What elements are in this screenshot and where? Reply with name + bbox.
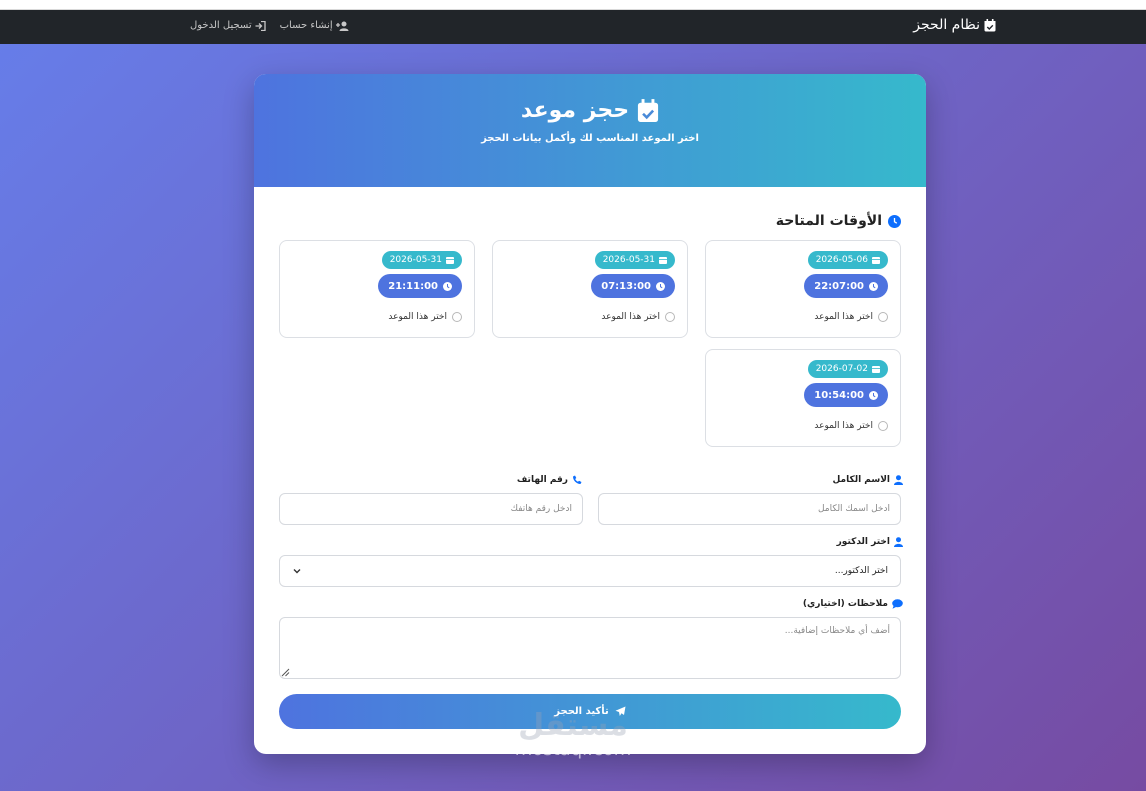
clock-icon — [869, 390, 878, 400]
slot-radio[interactable] — [878, 421, 888, 431]
doctor-select-value: اختر الدكتور... — [834, 566, 888, 576]
phone-input[interactable] — [279, 493, 583, 525]
slot-radio[interactable] — [665, 312, 675, 322]
login-link[interactable]: تسجيل الدخول — [190, 20, 266, 31]
booking-card: حجز موعد اختر الموعد المناسب لك وأكمل بي… — [254, 74, 926, 754]
clock-icon — [443, 281, 452, 291]
resize-handle-icon[interactable] — [281, 668, 290, 677]
available-times-heading: الأوقات المتاحة — [776, 213, 901, 229]
calendar-check-icon — [638, 98, 659, 122]
navbar-links: تسجيل الدخول إنشاء حساب — [190, 20, 349, 31]
phone-label-text: رقم الهاتف — [516, 475, 568, 485]
slot-choose-label: اختر هذا الموعد — [814, 421, 873, 431]
notes-label: ملاحظات (اختياري) — [803, 599, 903, 609]
slot-date-badge: 2026-05-31 — [381, 251, 462, 269]
navbar-brand[interactable]: نظام الحجز — [913, 17, 996, 33]
calendar-icon — [659, 257, 667, 264]
clock-icon — [869, 281, 878, 291]
slot-time: 10:54:00 — [814, 389, 864, 401]
slot-choose-label: اختر هذا الموعد — [814, 312, 873, 322]
slot-date-badge: 2026-05-06 — [807, 251, 888, 269]
doctor-select[interactable]: اختر الدكتور... — [279, 555, 901, 587]
slot-radio-option[interactable]: اختر هذا الموعد — [388, 312, 462, 322]
full-name-label-text: الاسم الكامل — [832, 475, 890, 485]
browser-top-strip — [0, 0, 1146, 10]
register-link[interactable]: إنشاء حساب — [280, 20, 349, 31]
available-times-label: الأوقات المتاحة — [775, 213, 882, 229]
doctor-label: اختر الدكتور — [837, 537, 903, 547]
slot-time-badge: 07:13:00 — [591, 274, 675, 298]
time-slot-card[interactable]: 2026-05-31 07:13:00 اختر هذا الموعد — [492, 240, 688, 338]
register-label: إنشاء حساب — [279, 20, 333, 31]
slot-radio[interactable] — [878, 312, 888, 322]
calendar-icon — [872, 257, 880, 264]
login-label: تسجيل الدخول — [190, 20, 252, 31]
brand-label: نظام الحجز — [913, 17, 980, 33]
notes-label-text: ملاحظات (اختياري) — [802, 599, 888, 609]
slot-radio-option[interactable]: اختر هذا الموعد — [814, 312, 888, 322]
calendar-check-icon — [984, 18, 996, 31]
slot-radio-option[interactable]: اختر هذا الموعد — [601, 312, 675, 322]
phone-label: رقم الهاتف — [517, 475, 582, 485]
page-subtitle: اختر الموعد المناسب لك وأكمل بيانات الحج… — [481, 133, 699, 144]
slot-date: 2026-05-31 — [602, 255, 655, 265]
navbar: نظام الحجز تسجيل الدخول إنشاء حساب — [0, 10, 1146, 44]
full-name-label: الاسم الكامل — [832, 475, 903, 485]
slot-radio[interactable] — [452, 312, 462, 322]
time-slot-card[interactable]: 2026-07-02 10:54:00 اختر هذا الموعد — [705, 349, 901, 447]
calendar-icon — [872, 366, 880, 373]
slot-time-badge: 21:11:00 — [378, 274, 462, 298]
slot-date-badge: 2026-05-31 — [594, 251, 675, 269]
phone-icon — [573, 475, 582, 484]
slot-date: 2026-07-02 — [815, 364, 868, 374]
slot-choose-label: اختر هذا الموعد — [388, 312, 447, 322]
watermark: مستقل mostaql.com — [498, 708, 648, 760]
watermark-arabic: مستقل — [518, 708, 628, 743]
slot-time: 07:13:00 — [601, 280, 651, 292]
time-slot-card[interactable]: 2026-05-31 21:11:00 اختر هذا الموعد — [279, 240, 475, 338]
user-icon — [894, 475, 903, 485]
slot-choose-label: اختر هذا الموعد — [601, 312, 660, 322]
card-header: حجز موعد اختر الموعد المناسب لك وأكمل بي… — [254, 74, 926, 187]
slot-date-badge: 2026-07-02 — [807, 360, 888, 378]
clock-icon — [888, 214, 901, 228]
slot-date: 2026-05-06 — [815, 255, 868, 265]
slot-radio-option[interactable]: اختر هذا الموعد — [814, 421, 888, 431]
slot-time-badge: 22:07:00 — [804, 274, 888, 298]
clock-icon — [656, 281, 665, 291]
time-slot-card[interactable]: 2026-05-06 22:07:00 اختر هذا الموعد — [705, 240, 901, 338]
user-plus-icon — [335, 21, 349, 31]
slot-date: 2026-05-31 — [389, 255, 442, 265]
calendar-icon — [446, 257, 454, 264]
page-title: حجز موعد — [254, 98, 926, 123]
sign-in-icon — [255, 20, 266, 31]
notes-textarea[interactable] — [279, 617, 901, 679]
chevron-down-icon — [293, 569, 301, 574]
doctor-label-text: اختر الدكتور — [836, 537, 890, 547]
slot-time: 21:11:00 — [388, 280, 438, 292]
slot-time-badge: 10:54:00 — [804, 383, 888, 407]
comment-icon — [892, 599, 903, 609]
title-text: حجز موعد — [520, 98, 630, 123]
full-name-input[interactable] — [598, 493, 901, 525]
user-doctor-icon — [894, 537, 903, 547]
slot-time: 22:07:00 — [814, 280, 864, 292]
